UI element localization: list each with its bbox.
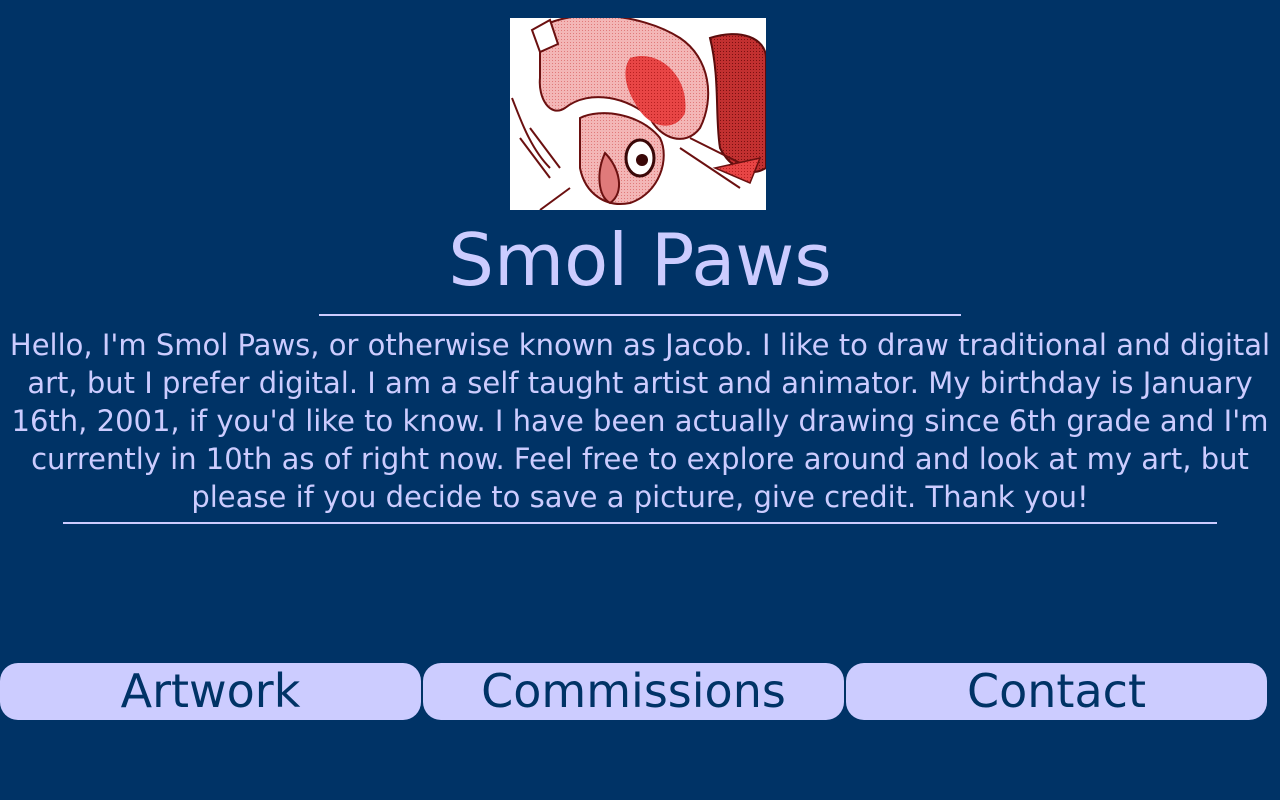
commissions-button[interactable]: Commissions [423, 663, 844, 720]
page-title: Smol Paws [448, 218, 832, 302]
main-nav: Artwork Commissions Contact [0, 663, 1280, 720]
bio-text: Hello, I'm Smol Paws, or otherwise known… [9, 328, 1271, 514]
artwork-button[interactable]: Artwork [0, 663, 421, 720]
avatar [510, 18, 766, 210]
contact-button[interactable]: Contact [846, 663, 1267, 720]
bio-divider [63, 522, 1217, 524]
title-divider [319, 314, 961, 316]
avatar-artwork-icon [510, 18, 766, 210]
